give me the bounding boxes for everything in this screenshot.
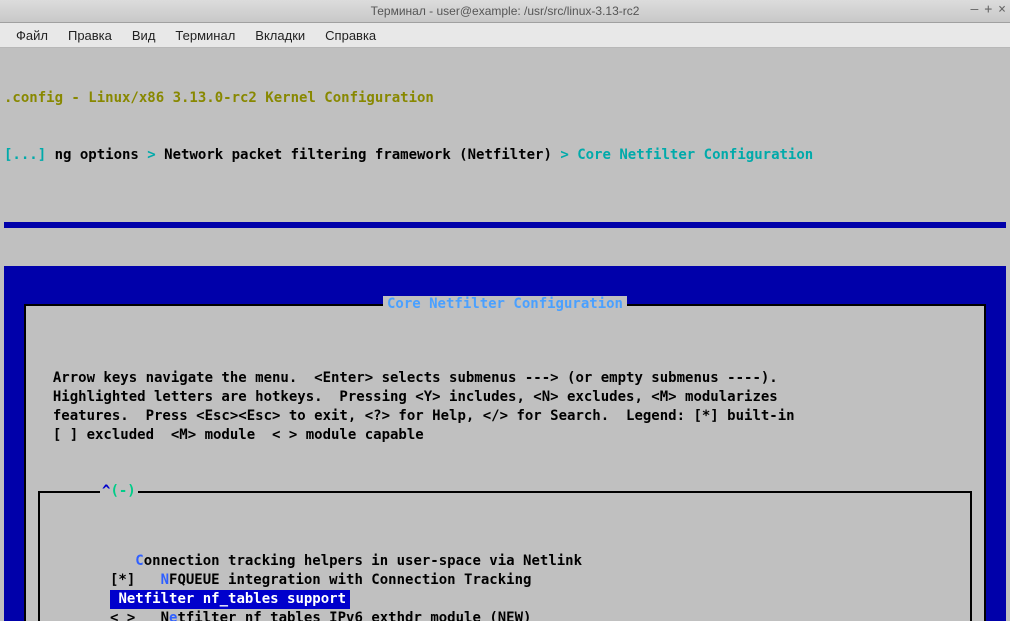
panel-title: Core Netfilter Configuration [26,295,984,314]
menu-tabs[interactable]: Вкладки [245,26,315,45]
terminal-window: Терминал - user@example: /usr/src/linux-… [0,0,1010,621]
menu-help[interactable]: Справка [315,26,386,45]
titlebar: Терминал - user@example: /usr/src/linux-… [0,0,1010,23]
menubar: Файл Правка Вид Терминал Вкладки Справка [0,23,1010,48]
config-option[interactable]: < > Netfilter nf_tables IPv6 exthdr modu… [44,609,966,621]
menu-view[interactable]: Вид [122,26,166,45]
menu-edit[interactable]: Правка [58,26,122,45]
scroll-up-indicator [100,482,138,501]
breadcrumb-a: ng options [55,147,139,163]
instructions: Arrow keys navigate the menu. <Enter> se… [26,363,984,449]
minimize-icon[interactable]: — [971,2,979,17]
breadcrumb-c: Core Netfilter Configuration [577,147,813,163]
terminal-area[interactable]: .config - Linux/x86 3.13.0-rc2 Kernel Co… [0,48,1010,621]
breadcrumb-b: Network packet filtering framework (Netf… [164,147,552,163]
config-panel: Core Netfilter Configuration Arrow keys … [24,304,986,621]
menu-terminal[interactable]: Терминал [165,26,245,45]
config-line: .config - Linux/x86 3.13.0-rc2 Kernel Co… [4,90,434,106]
maximize-icon[interactable]: + [984,2,992,17]
config-option[interactable]: [*] NFQUEUE integration with Connection … [44,571,966,590]
breadcrumb-prefix: [...] [4,147,55,163]
option-list: Connection tracking helpers in user-spac… [38,491,972,621]
window-title: Терминал - user@example: /usr/src/linux-… [371,4,640,18]
menu-file[interactable]: Файл [6,26,58,45]
config-option[interactable]: Connection tracking helpers in user-spac… [44,552,966,571]
close-icon[interactable]: × [998,2,1006,17]
config-option[interactable]: Netfilter nf_tables support [110,590,350,609]
